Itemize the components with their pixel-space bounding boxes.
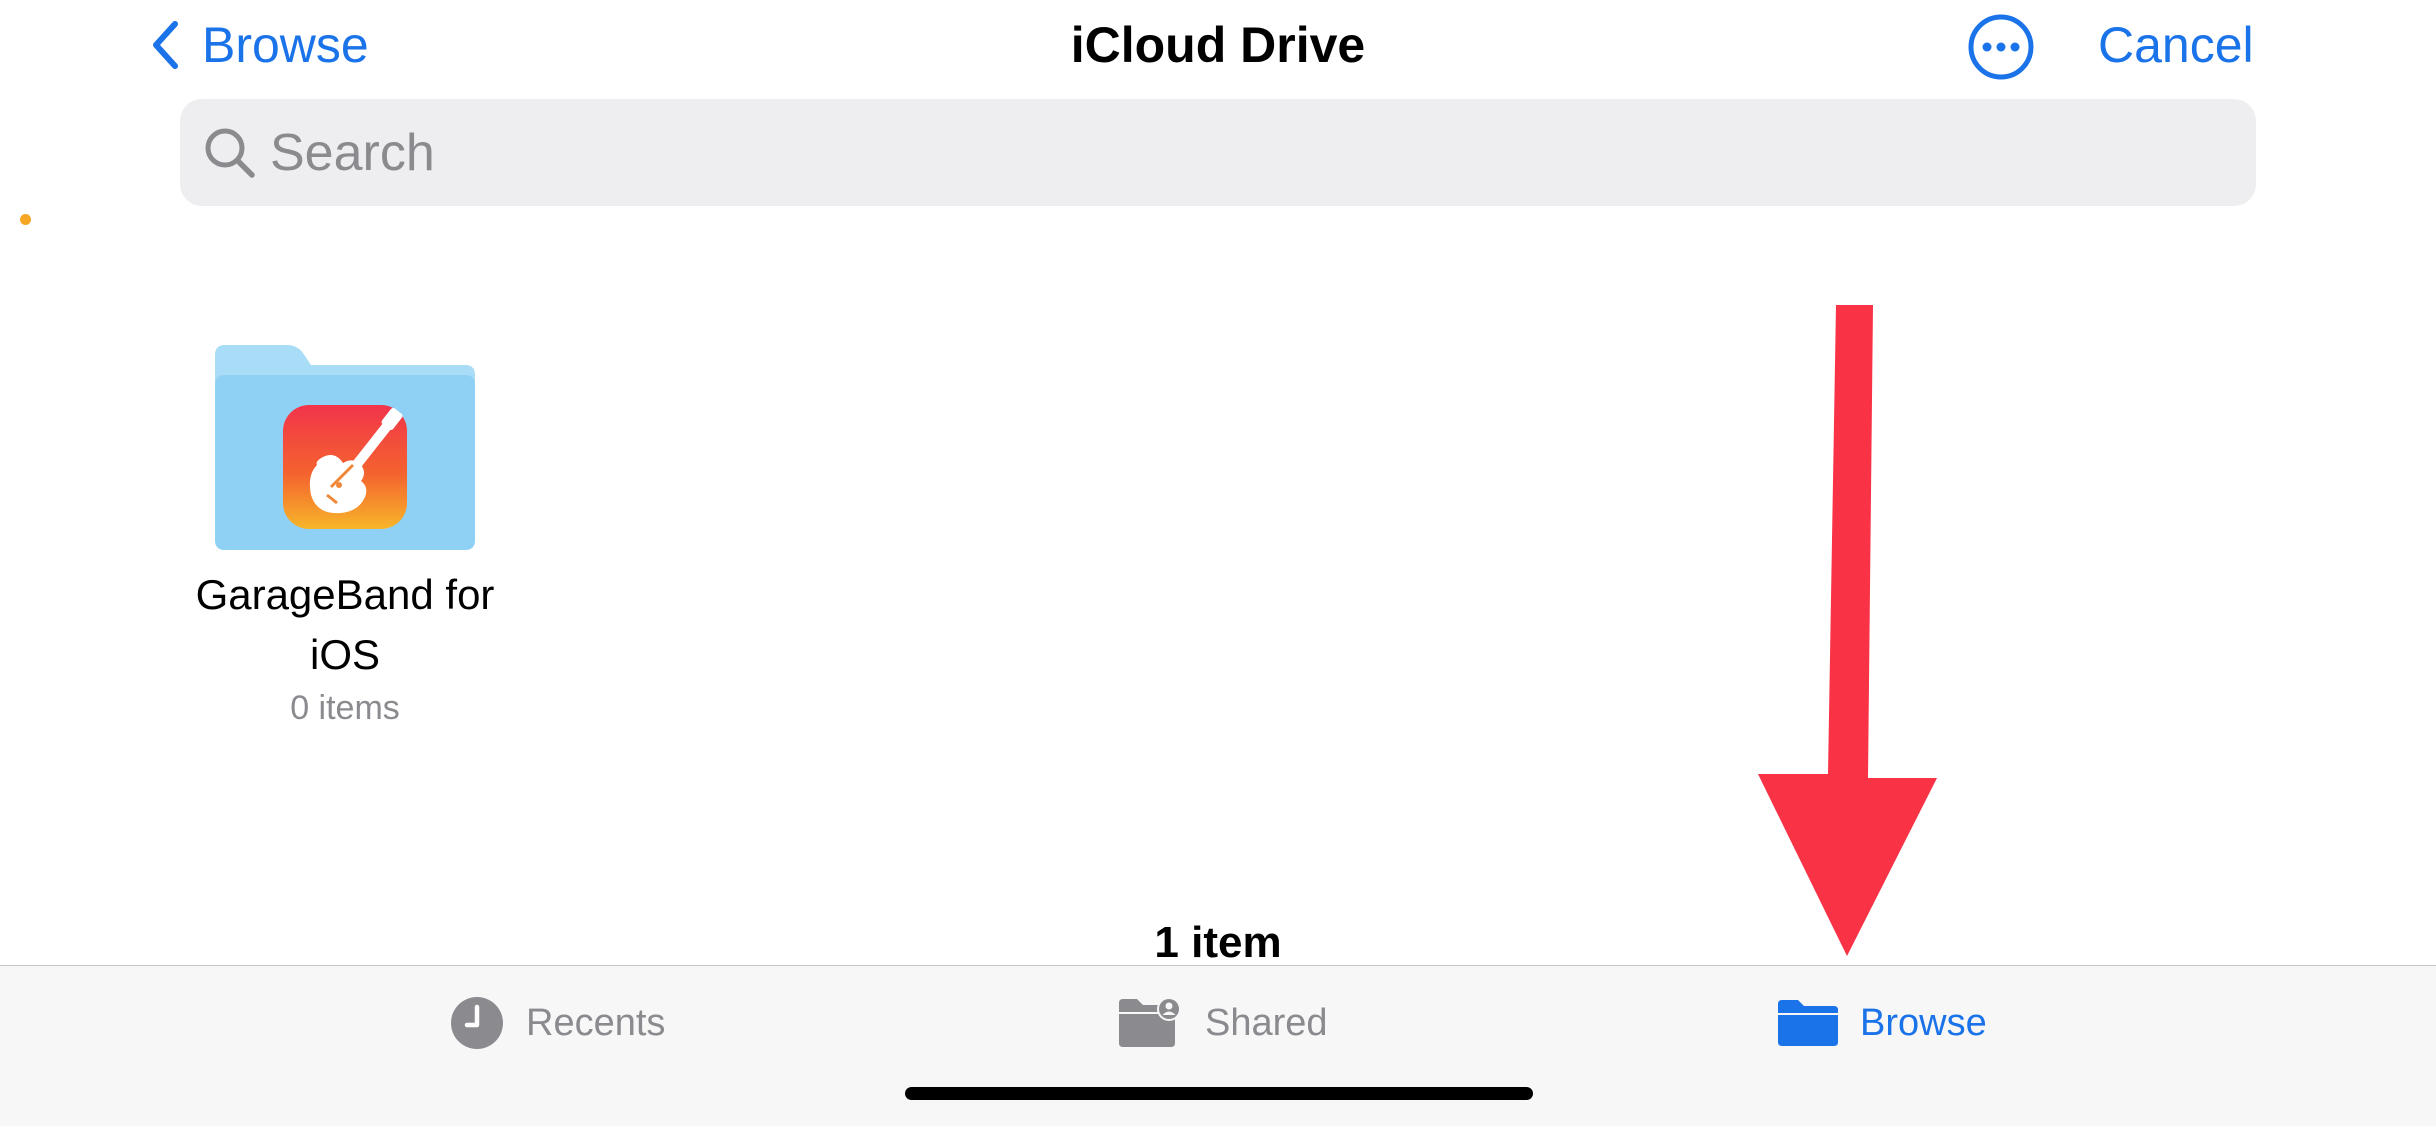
- chevron-left-icon: [153, 21, 178, 69]
- home-indicator[interactable]: [905, 1087, 1533, 1100]
- back-button-label: Browse: [202, 17, 369, 73]
- back-button[interactable]: Browse: [150, 12, 369, 78]
- folder-item-count: 0 items: [290, 689, 400, 727]
- folder-name: GarageBand for iOS: [195, 571, 495, 678]
- search-field[interactable]: [180, 99, 2256, 206]
- garageband-folder-icon: [215, 345, 475, 550]
- tab-browse-label: Browse: [1860, 1001, 1987, 1044]
- search-input[interactable]: [268, 121, 2172, 184]
- search-icon: [205, 128, 255, 178]
- folder-item[interactable]: GarageBand for iOS 0 items: [170, 345, 520, 728]
- tab-bar: Recents Shared Browse: [0, 965, 2436, 1126]
- folder-icon: [1778, 1000, 1838, 1046]
- ellipsis-circle-icon: [1968, 14, 2034, 80]
- clock-icon: [451, 997, 503, 1049]
- tab-shared-label: Shared: [1205, 1001, 1328, 1044]
- item-count: 1 item: [1154, 918, 1282, 967]
- more-options-button[interactable]: [1967, 13, 2035, 81]
- cancel-button[interactable]: Cancel: [2098, 12, 2254, 78]
- tab-browse[interactable]: Browse: [1778, 988, 1987, 1058]
- privacy-indicator-dot: [20, 214, 31, 225]
- shared-folder-icon: [1119, 997, 1181, 1047]
- red-arrow-annotation: [1758, 305, 1937, 956]
- tab-recents[interactable]: Recents: [450, 988, 665, 1058]
- tab-recents-label: Recents: [526, 1001, 666, 1044]
- tab-shared[interactable]: Shared: [1115, 988, 1328, 1058]
